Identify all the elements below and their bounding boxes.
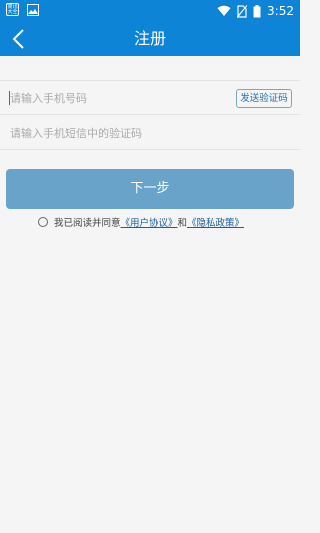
send-code-button[interactable]: 发送验证码 [236, 89, 292, 108]
agreement-text: 我已阅读并同意 [54, 218, 121, 229]
agreement-row: 我已阅读并同意 《用户协议》 和 《隐私政策》 [38, 215, 244, 229]
register-form: 发送验证码 [0, 80, 300, 150]
phone-row: 发送验证码 [0, 81, 300, 115]
agree-radio[interactable] [38, 217, 48, 227]
page-title: 注册 [133, 29, 166, 48]
status-bar: 简讯大全 3:52 [0, 0, 300, 22]
no-sim-icon [237, 4, 248, 18]
privacy-policy-link[interactable]: 《隐私政策》 [187, 215, 244, 229]
status-left: 简讯大全 [6, 3, 39, 16]
wifi-icon [217, 5, 231, 17]
next-button[interactable]: 下一步 [6, 169, 294, 209]
nav-bar: 注册 [0, 22, 300, 56]
agreement-conjunction: 和 [177, 218, 188, 229]
user-agreement-link[interactable]: 《用户协议》 [121, 215, 178, 229]
app-icon-text: 简讯大全 [7, 4, 18, 15]
phone-input[interactable] [10, 90, 230, 106]
battery-icon [253, 4, 261, 17]
status-time: 3:52 [267, 4, 294, 18]
status-right: 3:52 [217, 3, 294, 19]
code-row [0, 116, 300, 150]
app-icon: 简讯大全 [6, 3, 19, 16]
code-input[interactable] [10, 125, 280, 141]
image-icon [27, 3, 39, 16]
